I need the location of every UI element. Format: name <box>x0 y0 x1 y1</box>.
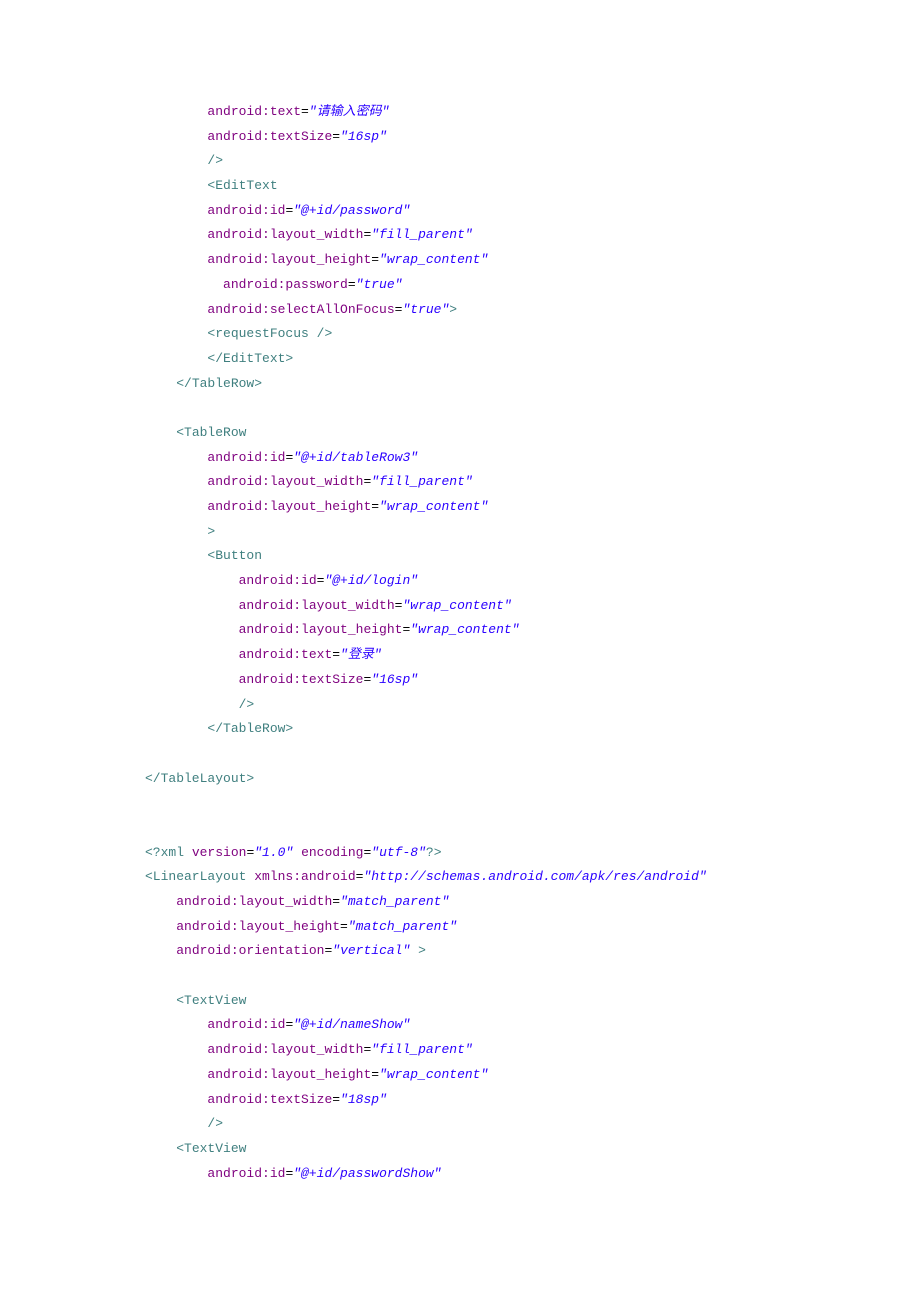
code-block: android:text="请输入密码" android:textSize="1… <box>0 0 920 1266</box>
